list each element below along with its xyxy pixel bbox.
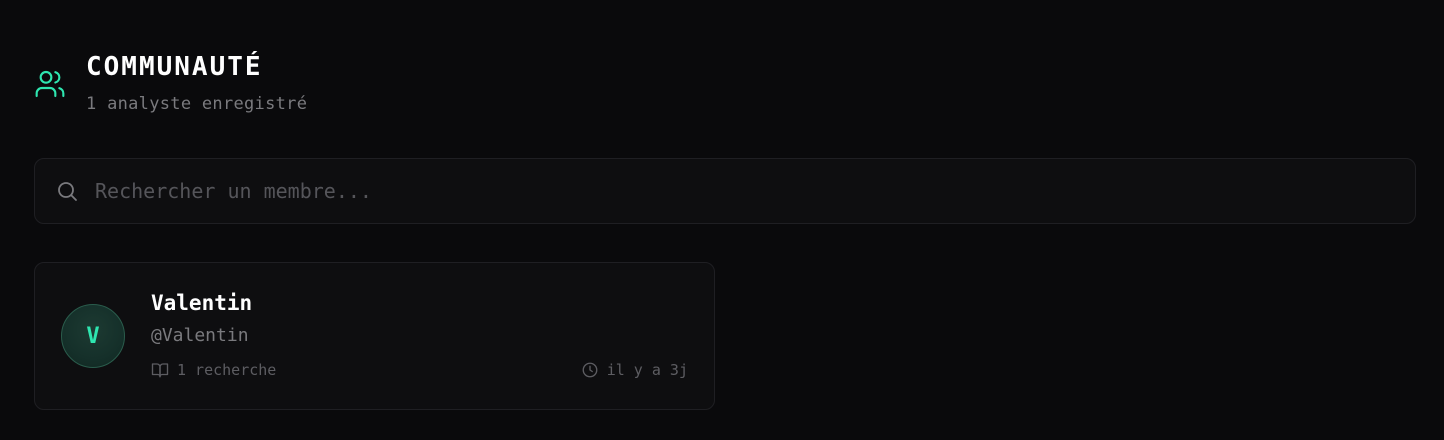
page-header: COMMUNAUTÉ 1 analyste enregistré [34, 50, 307, 114]
users-icon [34, 68, 66, 100]
header-text: COMMUNAUTÉ 1 analyste enregistré [86, 50, 307, 114]
search-icon [55, 179, 79, 203]
page-subtitle: 1 analyste enregistré [86, 94, 308, 114]
research-count: 1 recherche [151, 361, 276, 379]
research-count-label: 1 recherche [177, 361, 277, 379]
member-handle: @Valentin [151, 325, 249, 346]
community-page: COMMUNAUTÉ 1 analyste enregistré V Valen… [0, 0, 1444, 440]
last-active-label: il y a 3j [606, 361, 688, 379]
page-title: COMMUNAUTÉ [86, 52, 263, 82]
clock-icon [581, 361, 599, 379]
member-name: Valentin [151, 291, 253, 315]
book-icon [151, 361, 169, 379]
last-active: il y a 3j [581, 361, 688, 379]
member-card[interactable]: V Valentin @Valentin 1 recherche il y a … [34, 262, 715, 410]
search-input[interactable] [93, 170, 1415, 212]
search-bar[interactable] [34, 158, 1416, 224]
avatar: V [61, 304, 125, 368]
